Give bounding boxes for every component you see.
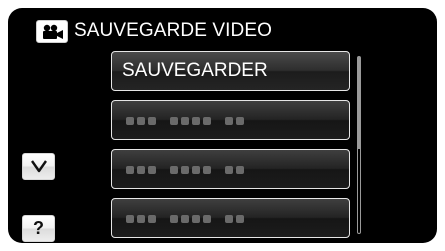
menu-item-sauvegarder[interactable]: SAUVEGARDER	[111, 51, 350, 91]
camera-screen: SAUVEGARDE VIDEO SAUVEGARDER ?	[8, 8, 437, 243]
placeholder-dots	[126, 214, 244, 223]
placeholder-dots	[126, 165, 244, 174]
menu-item-placeholder-2[interactable]	[111, 149, 350, 189]
screen-title: SAUVEGARDE VIDEO	[74, 20, 272, 41]
scroll-thumb[interactable]	[358, 57, 360, 149]
help-button[interactable]: ?	[22, 215, 55, 242]
placeholder-dots	[126, 116, 244, 125]
chevron-down-icon	[31, 160, 47, 173]
menu-item-label: SAUVEGARDER	[122, 60, 268, 81]
scrollbar[interactable]	[357, 56, 361, 234]
video-camera-icon	[36, 20, 68, 43]
menu-item-placeholder-1[interactable]	[111, 100, 350, 140]
scroll-down-button[interactable]	[22, 153, 55, 180]
menu-item-placeholder-3[interactable]	[111, 198, 350, 238]
help-icon: ?	[33, 218, 44, 238]
